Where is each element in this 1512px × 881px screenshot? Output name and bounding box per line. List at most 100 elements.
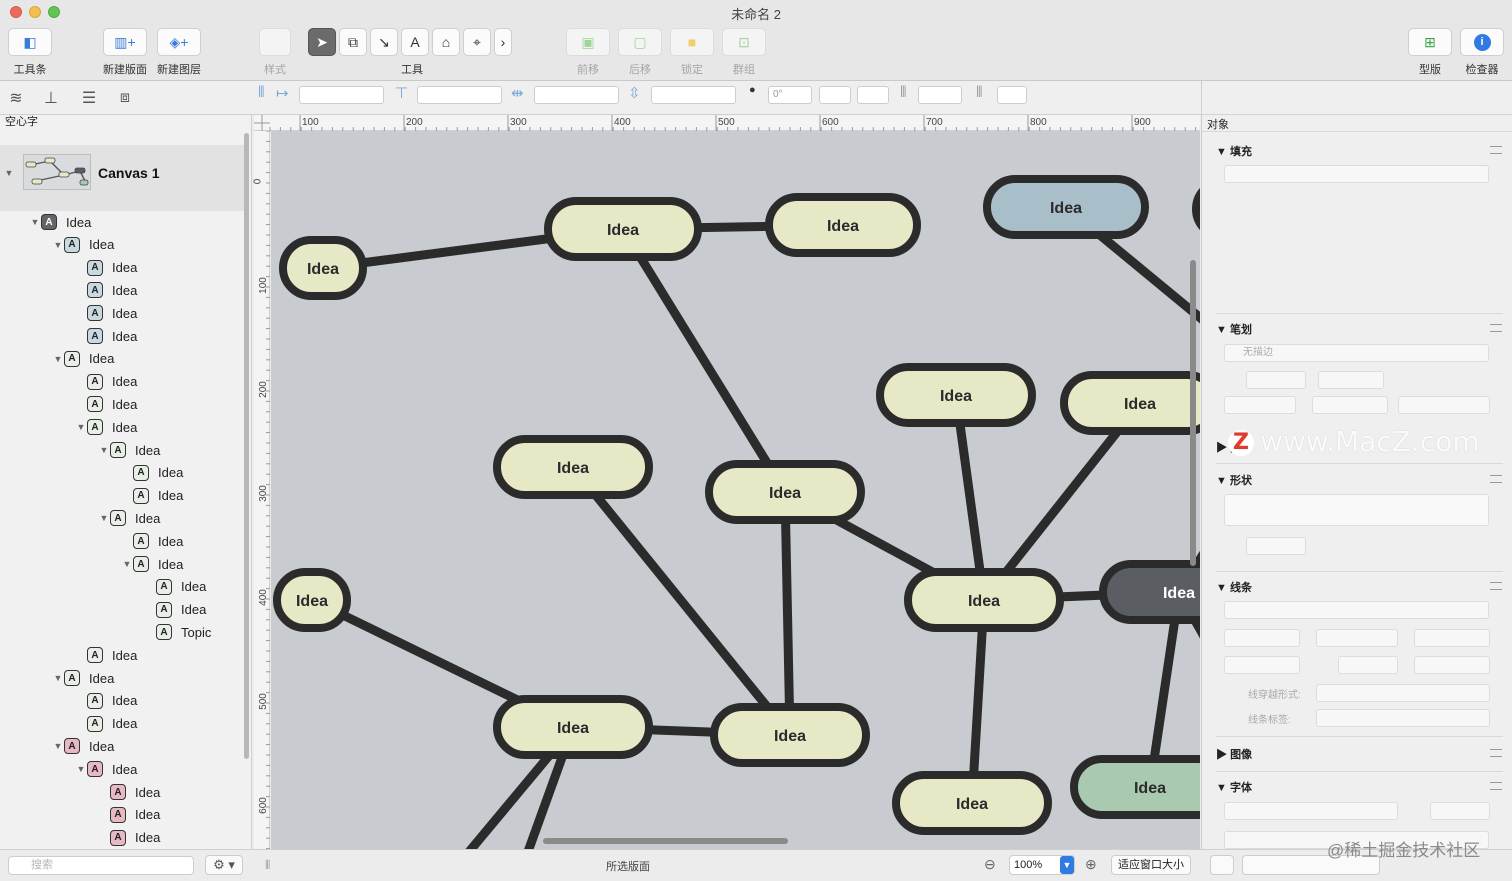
fit-window-button[interactable]: 适应窗口大小 [1111, 855, 1191, 875]
image-menu-icon[interactable] [1490, 749, 1502, 757]
zoom-out-icon[interactable]: ⊖ [984, 856, 996, 873]
idea-node[interactable]: Idea [544, 197, 702, 261]
disclosure-triangle-icon[interactable]: ▼ [75, 764, 87, 774]
layer-tree-item[interactable]: A Idea [75, 393, 137, 415]
line-type-dropdown[interactable] [1224, 601, 1489, 619]
point-edit-tool[interactable]: ⌖ [463, 28, 491, 56]
canvas-row[interactable]: ▼ Canvas 1 [0, 145, 244, 211]
idea-node[interactable]: Idea [765, 193, 921, 257]
disclosure-triangle-icon[interactable]: ▼ [29, 217, 41, 227]
idea-node[interactable]: Idea [493, 695, 653, 759]
swap-arrows-button[interactable] [1316, 629, 1398, 647]
idea-node-shape[interactable] [1192, 181, 1200, 237]
chevron-down-icon[interactable]: ▼ [1060, 856, 1074, 874]
layer-tree-item[interactable]: A Idea [98, 781, 160, 803]
idea-node[interactable]: Idea [493, 435, 653, 499]
layer-tree-item[interactable]: A Idea [75, 690, 137, 712]
stroke-position-buttons[interactable] [1398, 396, 1490, 414]
shadow-style-dropdown[interactable] [918, 86, 962, 104]
layers-icon[interactable]: ≋ [5, 87, 27, 109]
group-button[interactable]: ⊡ [722, 28, 766, 56]
font-family-dropdown[interactable] [1224, 802, 1398, 820]
sidebar-scrollbar[interactable] [244, 133, 249, 759]
fill-type-dropdown[interactable] [1224, 165, 1489, 183]
layer-tree-item[interactable]: A Idea [144, 576, 206, 598]
layer-tree-item[interactable]: A Idea [75, 302, 137, 324]
layer-tree-item[interactable]: A Idea [75, 644, 137, 666]
layer-tree-item[interactable]: ▼ A Idea [75, 416, 137, 438]
line-width-field[interactable] [1224, 656, 1300, 674]
idea-node[interactable]: Idea [1099, 560, 1200, 624]
layer-tree-item[interactable]: A Idea [75, 713, 137, 735]
layer-tree-item[interactable]: A Idea [98, 804, 160, 826]
text-tool[interactable]: A [401, 28, 429, 56]
x-position-field[interactable] [299, 86, 384, 104]
stroke-menu-icon[interactable] [1490, 324, 1502, 332]
lock-button[interactable]: ■ [670, 28, 714, 56]
idea-node[interactable]: Idea [705, 460, 865, 524]
layer-tree-item[interactable]: ▼ A Idea [52, 735, 114, 757]
layer-tree-item[interactable]: ▼ A Idea [29, 211, 91, 233]
y-position-field[interactable] [417, 86, 502, 104]
sidebar-action-button[interactable]: ⚙ ▾ [205, 855, 243, 875]
outline-list-icon[interactable]: ☰ [78, 87, 100, 109]
idea-node[interactable]: Idea [1060, 371, 1200, 435]
disclosure-triangle-icon[interactable]: ▼ [52, 673, 64, 683]
layer-tree-item[interactable]: A Idea [75, 371, 137, 393]
stroke-width-field[interactable] [1246, 371, 1306, 389]
width-field[interactable] [534, 86, 619, 104]
flip-horizontal-button[interactable] [819, 86, 851, 104]
layer-tree-item[interactable]: ▼ A Idea [52, 234, 114, 256]
height-field[interactable] [651, 86, 736, 104]
image-section-header[interactable]: ▶ 图像 [1216, 746, 1252, 762]
line-curve-field[interactable] [1338, 656, 1398, 674]
idea-node[interactable]: Idea [876, 363, 1036, 427]
stroke-color-well[interactable] [1318, 371, 1384, 389]
toolbar-toggle-button[interactable]: ◧ [8, 28, 52, 56]
line-hops-dropdown[interactable] [1316, 684, 1490, 702]
canvas-horizontal-scrollbar[interactable] [543, 838, 788, 844]
stroke-pattern-dropdown[interactable] [1224, 396, 1296, 414]
line-label-dropdown[interactable] [1316, 709, 1490, 727]
layer-tree-item[interactable]: A Idea [121, 462, 183, 484]
line-midpoint-field[interactable] [1414, 656, 1490, 674]
flip-vertical-button[interactable] [857, 86, 889, 104]
color-well[interactable] [997, 86, 1027, 104]
layer-tree-item[interactable]: A Idea [75, 279, 137, 301]
line-end-arrow-dropdown[interactable] [1414, 629, 1490, 647]
fill-menu-icon[interactable] [1490, 146, 1502, 154]
layer-tree-item[interactable]: ▼ A Idea [52, 348, 114, 370]
selection-tool[interactable]: ➤ [308, 28, 336, 56]
idea-node[interactable]: Idea [983, 175, 1149, 239]
disclosure-triangle-icon[interactable]: ▼ [98, 513, 110, 523]
disclosure-triangle-icon[interactable]: ▼ [75, 422, 87, 432]
fill-section-header[interactable]: ▼ 填充 [1216, 143, 1252, 159]
inspector-button[interactable]: i [1460, 28, 1504, 56]
zoom-in-icon[interactable]: ⊕ [1085, 856, 1097, 873]
shape-picker[interactable] [1224, 494, 1489, 526]
idea-node[interactable]: Idea [892, 771, 1052, 835]
layer-tree-item[interactable]: ▼ A Idea [98, 439, 160, 461]
lines-section-header[interactable]: ▼ 线条 [1216, 579, 1252, 595]
bring-front-button[interactable]: ▣ [566, 28, 610, 56]
layer-tree-item[interactable]: A Idea [75, 325, 137, 347]
font-size-field[interactable] [1430, 802, 1490, 820]
disclosure-triangle-icon[interactable]: ▼ [98, 445, 110, 455]
shape-tool[interactable]: ⧉ [339, 28, 367, 56]
layer-tree-item[interactable]: ▼ A Idea [121, 553, 183, 575]
layer-tree-item[interactable]: A Idea [121, 485, 183, 507]
layer-tree-item[interactable]: ▼ A Idea [75, 758, 137, 780]
mind-map[interactable]: Idea Idea Idea Idea Idea Idea Idea Idea Idea Idea… [271, 131, 1200, 849]
pen-tool[interactable]: ⌂ [432, 28, 460, 56]
line-tool[interactable]: ↘ [370, 28, 398, 56]
disclosure-triangle-icon[interactable]: ▼ [52, 741, 64, 751]
layer-tree-item[interactable]: A Topic [144, 621, 211, 643]
shape-menu-icon[interactable] [1490, 475, 1502, 483]
layer-tree-item[interactable]: A Idea [121, 530, 183, 552]
new-layer-button[interactable]: ◈+ [157, 28, 201, 56]
layer-tree-item[interactable]: ▼ A Idea [98, 507, 160, 529]
font-menu-icon[interactable] [1490, 782, 1502, 790]
connector-line[interactable] [780, 491, 795, 736]
idea-node[interactable]: Idea [1192, 181, 1200, 237]
shape-section-header[interactable]: ▼ 形状 [1216, 472, 1252, 488]
